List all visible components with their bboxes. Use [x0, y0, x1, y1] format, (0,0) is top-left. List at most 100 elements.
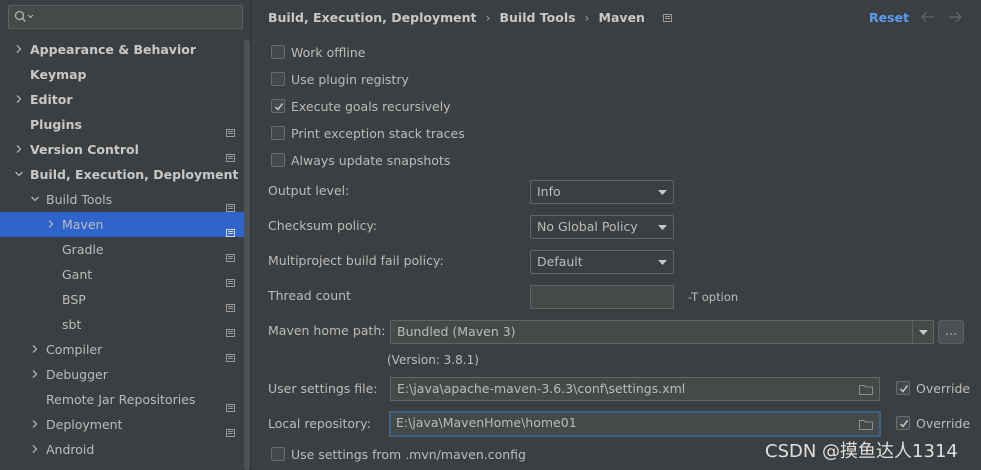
select-value: Bundled (Maven 3)	[397, 324, 516, 339]
select-value: No Global Policy	[537, 219, 638, 234]
chevron-right-icon[interactable]	[31, 445, 39, 453]
sidebar-item-compiler[interactable]: Compiler	[0, 337, 250, 362]
sidebar-item-label: Appearance & Behavior	[30, 42, 196, 57]
chevron-down-icon[interactable]	[15, 170, 23, 178]
checkbox-label: Execute goals recursively	[291, 99, 451, 114]
chevron-right-icon[interactable]	[15, 95, 23, 103]
checkbox-label: Use settings from .mvn/maven.config	[291, 447, 526, 462]
checkbox-label: Override	[916, 381, 971, 396]
sidebar-item-editor[interactable]: Editor	[0, 87, 250, 112]
sidebar-item-keymap[interactable]: Keymap	[0, 62, 250, 87]
user-settings-label: User settings file:	[268, 381, 378, 396]
folder-icon[interactable]	[859, 384, 873, 395]
thread-count-label: Thread count	[268, 288, 351, 303]
sidebar-item-android[interactable]: Android	[0, 437, 250, 462]
sidebar-item-gant[interactable]: Gant	[0, 262, 250, 287]
project-level-icon	[226, 120, 235, 137]
sidebar-item-plugins[interactable]: Plugins	[0, 112, 250, 137]
watermark-text: CSDN @摸鱼达人1314	[765, 441, 958, 462]
chevron-right-icon[interactable]	[15, 145, 23, 153]
sidebar-item-bsp[interactable]: BSP	[0, 287, 250, 312]
sidebar-item-label: Compiler	[46, 342, 103, 357]
sidebar-item-label: Gant	[62, 267, 93, 282]
project-level-icon	[226, 145, 235, 162]
sidebar-item-build-execution-deployment[interactable]: Build, Execution, Deployment	[0, 162, 250, 187]
sidebar-item-label: Build, Execution, Deployment	[30, 167, 239, 182]
maven-version-text: (Version: 3.8.1)	[387, 353, 479, 367]
local-repository-input[interactable]: E:\java\MavenHome\home01	[389, 411, 881, 437]
maven-settings-panel: Build, Execution, Deployment › Build Tools…	[252, 0, 981, 470]
sidebar-item-label: Debugger	[46, 367, 108, 382]
sidebar-item-label: sbt	[62, 317, 82, 332]
sidebar-item-maven[interactable]: Maven	[0, 212, 250, 237]
reset-link[interactable]: Reset	[869, 10, 909, 25]
project-level-icon	[226, 220, 235, 237]
chevron-right-icon[interactable]	[31, 345, 39, 353]
sidebar-item-label: Editor	[30, 92, 73, 107]
sidebar-scrollbar[interactable]	[244, 40, 250, 470]
settings-search-input[interactable]	[8, 5, 243, 29]
sidebar-item-label: Remote Jar Repositories	[46, 392, 196, 407]
sidebar-item-debugger[interactable]: Debugger	[0, 362, 250, 387]
sidebar-item-label: Keymap	[30, 67, 87, 82]
output-level-select[interactable]: Info	[530, 180, 674, 204]
project-level-icon	[226, 245, 235, 262]
checkbox-box[interactable]	[271, 153, 285, 167]
breadcrumb-item: Build, Execution, Deployment	[268, 10, 477, 25]
forward-arrow-icon[interactable]	[947, 11, 963, 23]
chevron-right-icon[interactable]	[31, 370, 39, 378]
checksum-policy-select[interactable]: No Global Policy	[530, 215, 674, 239]
checkbox-box[interactable]	[271, 72, 285, 86]
sidebar-item-sbt[interactable]: sbt	[0, 312, 250, 337]
project-level-icon	[663, 13, 673, 22]
fail-policy-select[interactable]: Default	[530, 250, 674, 274]
maven-home-dropdown-button[interactable]	[912, 321, 933, 343]
output-level-label: Output level:	[268, 183, 350, 198]
checkbox-label: Print exception stack traces	[291, 126, 465, 141]
project-level-icon	[226, 345, 235, 362]
sidebar-item-label: Maven	[62, 217, 104, 232]
breadcrumb: Build, Execution, Deployment › Build Tools…	[268, 9, 673, 27]
sidebar-item-label: BSP	[62, 292, 86, 307]
checkbox-box[interactable]	[271, 126, 285, 140]
breadcrumb-separator: ›	[584, 10, 590, 25]
sidebar-item-gradle[interactable]: Gradle	[0, 237, 250, 262]
checkbox-box[interactable]	[271, 447, 285, 461]
chevron-right-icon[interactable]	[47, 220, 55, 228]
sidebar-item-label: Version Control	[30, 142, 139, 157]
checkbox-label: Always update snapshots	[291, 153, 451, 168]
input-value: E:\java\MavenHome\home01	[396, 415, 577, 430]
maven-home-select[interactable]: Bundled (Maven 3)	[390, 320, 934, 344]
browse-maven-home-button[interactable]: ...	[938, 320, 964, 344]
chevron-right-icon[interactable]	[31, 420, 39, 428]
checkbox-label: Override	[916, 416, 971, 431]
sidebar-item-version-control[interactable]: Version Control	[0, 137, 250, 162]
breadcrumb-separator: ›	[485, 10, 491, 25]
sidebar-item-label: Plugins	[30, 117, 82, 132]
checkbox-box[interactable]	[896, 416, 910, 430]
checkbox-box[interactable]	[271, 45, 285, 59]
checkmark-icon	[899, 420, 909, 428]
chevron-down-icon[interactable]	[31, 195, 39, 203]
sidebar-item-appearance-behavior[interactable]: Appearance & Behavior	[0, 37, 250, 62]
fail-policy-label: Multiproject build fail policy:	[268, 253, 444, 268]
checksum-policy-label: Checksum policy:	[268, 218, 378, 233]
chevron-right-icon[interactable]	[15, 45, 23, 53]
select-value: Info	[537, 184, 561, 199]
sidebar-item-build-tools[interactable]: Build Tools	[0, 187, 250, 212]
checkbox-label: Work offline	[291, 45, 366, 60]
select-value: Default	[537, 254, 583, 269]
dropdown-arrow-icon	[919, 330, 928, 335]
user-settings-input[interactable]: E:\java\apache-maven-3.6.3\conf\settings…	[390, 377, 880, 401]
thread-count-input[interactable]	[530, 285, 674, 309]
checkbox-box[interactable]	[896, 381, 910, 395]
checkbox-box[interactable]	[271, 99, 285, 113]
back-arrow-icon[interactable]	[920, 11, 936, 23]
folder-icon[interactable]	[859, 419, 873, 430]
local-repository-label: Local repository:	[268, 416, 371, 431]
sidebar-item-deployment[interactable]: Deployment	[0, 412, 250, 437]
sidebar-item-label: Build Tools	[46, 192, 113, 207]
sidebar-item-remote-jar-repositories[interactable]: Remote Jar Repositories	[0, 387, 250, 412]
project-level-icon	[226, 270, 235, 287]
maven-home-label: Maven home path:	[268, 323, 386, 338]
